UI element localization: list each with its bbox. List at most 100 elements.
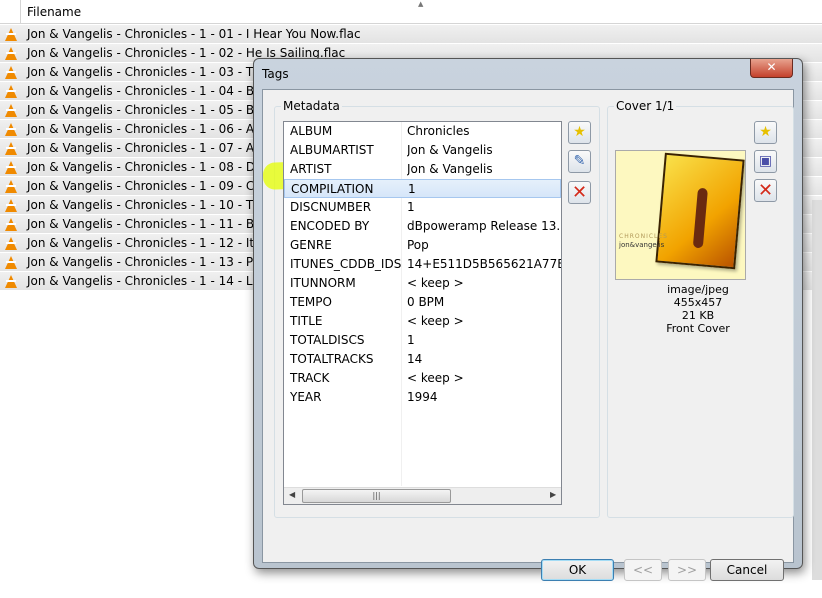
- vlc-cone-icon: [5, 218, 17, 231]
- metadata-table: ALBUM Chronicles ALBUMARTIST Jon & Vangelis…: [283, 121, 562, 505]
- tag-name: ALBUMARTIST: [290, 143, 374, 157]
- column-header-filename[interactable]: Filename: [27, 5, 81, 19]
- save-cover-button[interactable]: ▣: [754, 150, 777, 173]
- vlc-cone-icon: [5, 142, 17, 155]
- dialog-title: Tags: [262, 67, 289, 81]
- add-cover-button[interactable]: ★: [754, 121, 777, 144]
- tag-name: DISCNUMBER: [290, 200, 372, 214]
- cover-label: Cover 1/1: [614, 99, 677, 113]
- cover-info: image/jpeg 455x457 21 KB Front Cover: [666, 283, 730, 335]
- previous-button[interactable]: <<: [624, 559, 662, 581]
- metadata-row[interactable]: TEMPO 0 BPM: [284, 293, 561, 312]
- filename: Jon & Vangelis - Chronicles - 1 - 10 - T…: [27, 198, 279, 212]
- metadata-row[interactable]: COMPILATION 1: [284, 179, 561, 198]
- floppy-disk-icon: ▣: [758, 153, 773, 169]
- delete-icon: ✕: [571, 182, 588, 203]
- vlc-cone-icon: [5, 237, 17, 250]
- vlc-cone-icon: [5, 180, 17, 193]
- vlc-cone-icon: [5, 28, 17, 41]
- add-tag-button[interactable]: ★: [568, 121, 591, 144]
- filename: Jon & Vangelis - Chronicles - 1 - 14 - L…: [27, 274, 282, 288]
- vlc-cone-icon: [5, 256, 17, 269]
- metadata-row[interactable]: DISCNUMBER 1: [284, 198, 561, 217]
- metadata-row[interactable]: ENCODED BY dBpoweramp Release 13.2: [284, 217, 561, 236]
- filename: Jon & Vangelis - Chronicles - 1 - 04 - B…: [27, 84, 279, 98]
- tag-value: Jon & Vangelis: [407, 162, 493, 176]
- tag-name: TOTALDISCS: [290, 333, 365, 347]
- star-icon: ★: [759, 124, 772, 140]
- filename: Jon & Vangelis - Chronicles - 1 - 11 - B…: [27, 217, 284, 231]
- tag-name: ARTIST: [290, 162, 332, 176]
- tag-name: YEAR: [290, 390, 322, 404]
- tag-value: < keep >: [407, 276, 464, 290]
- cancel-button[interactable]: Cancel: [710, 559, 784, 581]
- file-row[interactable]: Jon & Vangelis - Chronicles - 1 - 01 - I…: [0, 25, 822, 44]
- tag-value: 14: [407, 352, 423, 366]
- tag-value: Jon & Vangelis: [407, 143, 493, 157]
- horizontal-scrollbar[interactable]: ◀ ||| ▶: [284, 487, 561, 504]
- filename: Jon & Vangelis - Chronicles - 1 - 07 - A…: [27, 141, 285, 155]
- metadata-group: Metadata ALBUM Chronicles ALBUMARTIST Jon &…: [262, 99, 600, 518]
- pencil-icon: ✎: [573, 153, 586, 169]
- metadata-row[interactable]: TRACK < keep >: [284, 369, 561, 388]
- metadata-row[interactable]: ITUNES_CDDB_IDS 14+E511D5B565621A77E66BF: [284, 255, 561, 274]
- tag-value: Pop: [407, 238, 429, 252]
- metadata-row[interactable]: YEAR 1994: [284, 388, 561, 407]
- filename: Jon & Vangelis - Chronicles - 1 - 05 - B…: [27, 103, 284, 117]
- filename: Jon & Vangelis - Chronicles - 1 - 01 - I…: [27, 27, 361, 41]
- vlc-cone-icon: [5, 199, 17, 212]
- metadata-row[interactable]: ITUNNORM < keep >: [284, 274, 561, 293]
- tag-value: 14+E511D5B565621A77E66BF: [407, 257, 561, 271]
- filename: Jon & Vangelis - Chronicles - 1 - 09 - C…: [27, 179, 278, 193]
- star-icon: ★: [573, 124, 586, 140]
- metadata-row[interactable]: TOTALTRACKS 14: [284, 350, 561, 369]
- metadata-row[interactable]: TOTALDISCS 1: [284, 331, 561, 350]
- sort-arrow-icon: ▲: [418, 0, 424, 8]
- tag-name: ALBUM: [290, 124, 333, 138]
- tag-name: ITUNNORM: [290, 276, 356, 290]
- metadata-row[interactable]: TITLE < keep >: [284, 312, 561, 331]
- next-button[interactable]: >>: [668, 559, 706, 581]
- vlc-cone-icon: [5, 85, 17, 98]
- tag-value: 0 BPM: [407, 295, 445, 309]
- delete-tag-button[interactable]: ✕: [568, 181, 591, 204]
- vlc-cone-icon: [5, 123, 17, 136]
- scroll-thumb[interactable]: |||: [302, 489, 451, 503]
- filename: Jon & Vangelis - Chronicles - 1 - 12 - I…: [27, 236, 284, 250]
- scroll-left-icon[interactable]: ◀: [289, 490, 295, 499]
- filename: Jon & Vangelis - Chronicles - 1 - 06 - A…: [27, 122, 283, 136]
- ok-button[interactable]: OK: [541, 559, 614, 581]
- tag-value: < keep >: [407, 314, 464, 328]
- tag-name: TEMPO: [290, 295, 332, 309]
- scrollbar[interactable]: [812, 200, 822, 580]
- filename: Jon & Vangelis - Chronicles - 1 - 13 - P…: [27, 255, 279, 269]
- tag-name: COMPILATION: [291, 182, 374, 196]
- edit-tag-button[interactable]: ✎: [568, 150, 591, 173]
- file-list-header: Filename ▲: [0, 0, 822, 24]
- tag-value: dBpoweramp Release 13.2: [407, 219, 561, 233]
- tag-name: TRACK: [290, 371, 330, 385]
- tag-value: < keep >: [407, 371, 464, 385]
- tag-value: 1: [407, 200, 415, 214]
- tag-value: Chronicles: [407, 124, 470, 138]
- filename: Jon & Vangelis - Chronicles - 1 - 08 - D…: [27, 160, 283, 174]
- vlc-cone-icon: [5, 66, 17, 79]
- filename: Jon & Vangelis - Chronicles - 1 - 03 - T…: [27, 65, 277, 79]
- scroll-right-icon[interactable]: ▶: [550, 490, 556, 499]
- close-button[interactable]: ✕: [750, 59, 793, 78]
- tag-value: 1: [408, 182, 416, 196]
- metadata-row[interactable]: GENRE Pop: [284, 236, 561, 255]
- vlc-cone-icon: [5, 275, 17, 288]
- tag-name: TITLE: [290, 314, 323, 328]
- tag-value: 1: [407, 333, 415, 347]
- vlc-cone-icon: [5, 47, 17, 60]
- delete-cover-button[interactable]: ✕: [754, 179, 777, 202]
- vlc-cone-icon: [5, 104, 17, 117]
- tags-dialog: Tags ✕ Metadata ALBUM Chronicles ALBUMARTI…: [253, 58, 803, 581]
- vlc-cone-icon: [5, 161, 17, 174]
- metadata-row[interactable]: ARTIST Jon & Vangelis: [284, 160, 561, 179]
- metadata-row[interactable]: ALBUM Chronicles: [284, 122, 561, 141]
- metadata-row[interactable]: ALBUMARTIST Jon & Vangelis: [284, 141, 561, 160]
- metadata-label: Metadata: [281, 99, 342, 113]
- tag-value: 1994: [407, 390, 438, 404]
